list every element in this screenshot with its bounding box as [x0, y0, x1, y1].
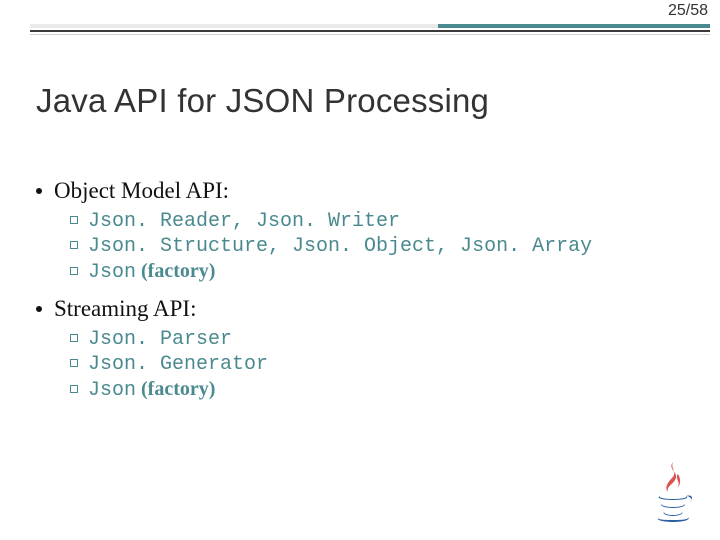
list-item-suffix: (factory): [136, 260, 215, 282]
list-item: Json. Structure, Json. Object, Json. Arr…: [88, 235, 592, 258]
list-item-suffix: (factory): [136, 378, 215, 400]
bullet-level2: Json. Reader, Json. Writer: [70, 210, 680, 233]
list-item: Json. Reader, Json. Writer: [88, 210, 400, 233]
bullet-square-icon: [70, 334, 78, 342]
header-rule-accent: [30, 24, 710, 28]
list-item: Json. Generator: [88, 353, 268, 376]
page-number: 25/58: [668, 2, 708, 20]
bullet-level2: Json. Generator: [70, 353, 680, 376]
bullet-level2: Json. Structure, Json. Object, Json. Arr…: [70, 235, 680, 258]
list-item: Json (factory): [88, 260, 215, 284]
list-item: Json. Parser: [88, 328, 232, 351]
bullet-square-icon: [70, 241, 78, 249]
section-heading: Streaming API:: [54, 296, 196, 322]
slide: 25/58 Java API for JSON Processing Objec…: [0, 0, 720, 540]
header-rule-dark: [30, 30, 710, 32]
header-rule-under: [30, 34, 710, 35]
list-item-prefix: Json: [88, 261, 136, 284]
section-heading: Object Model API:: [54, 178, 229, 204]
bullet-square-icon: [70, 216, 78, 224]
bullet-square-icon: [70, 385, 78, 393]
slide-body: Object Model API: Json. Reader, Json. Wr…: [36, 178, 680, 404]
bullet-dot-icon: [36, 188, 42, 194]
slide-title: Java API for JSON Processing: [36, 82, 489, 120]
list-item: Json (factory): [88, 378, 215, 402]
bullet-level2: Json (factory): [70, 260, 680, 284]
bullet-level2: Json (factory): [70, 378, 680, 402]
bullet-dot-icon: [36, 306, 42, 312]
header-bar: 25/58: [0, 0, 720, 42]
bullet-square-icon: [70, 267, 78, 275]
bullet-level1: Object Model API:: [36, 178, 680, 204]
list-item-prefix: Json: [88, 379, 136, 402]
java-logo-icon: [650, 460, 696, 522]
bullet-level2: Json. Parser: [70, 328, 680, 351]
bullet-level1: Streaming API:: [36, 296, 680, 322]
bullet-square-icon: [70, 359, 78, 367]
